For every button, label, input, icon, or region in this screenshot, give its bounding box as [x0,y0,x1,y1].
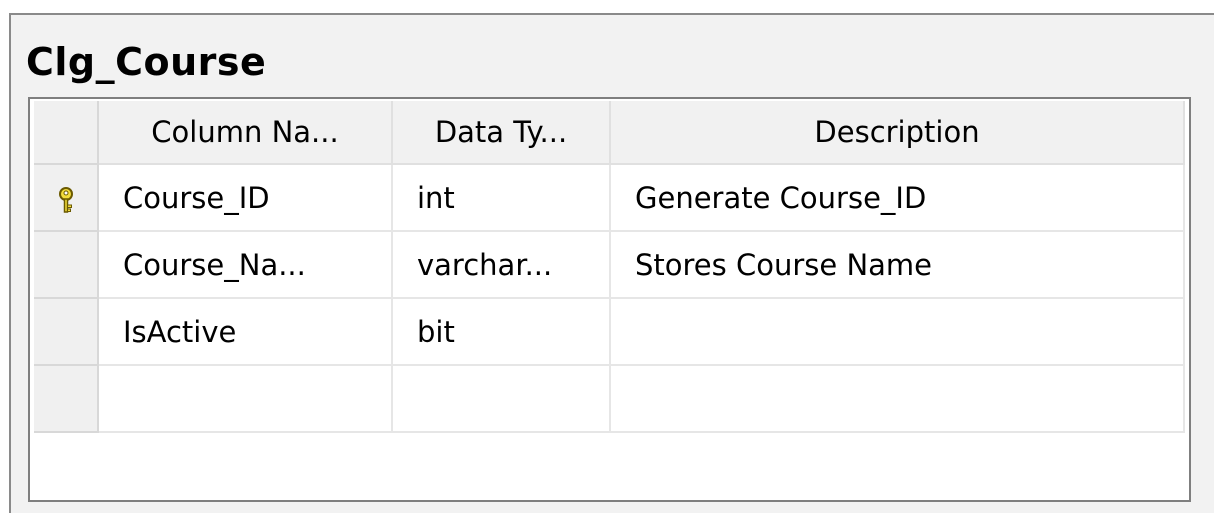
column-name-cell[interactable]: IsActive [98,298,393,366]
column-name-cell[interactable]: Course_ID [98,164,393,232]
header-row: Column Na... Data Ty... Description [34,101,1185,165]
table-title: Clg_Course [26,40,267,84]
data-type-cell[interactable]: bit [392,298,611,366]
row-selector[interactable] [34,298,99,366]
column-header-description[interactable]: Description [610,101,1185,165]
description-cell[interactable]: Stores Course Name [610,231,1185,299]
description-cell[interactable]: Generate Course_ID [610,164,1185,232]
column-header-data-type[interactable]: Data Ty... [392,101,611,165]
primary-key-icon [58,186,73,213]
column-name-cell[interactable]: Course_Na... [98,231,393,299]
data-type-cell[interactable]: int [392,164,611,232]
description-cell[interactable] [610,365,1185,433]
row-selector[interactable] [34,164,99,232]
table-row-new[interactable] [34,365,1185,433]
table-row[interactable]: Course_Na... varchar... Stores Course Na… [34,231,1185,299]
table-row[interactable]: Course_ID int Generate Course_ID [34,164,1185,232]
data-type-cell[interactable]: varchar... [392,231,611,299]
column-name-cell[interactable] [98,365,393,433]
column-header-name[interactable]: Column Na... [98,101,393,165]
description-cell[interactable] [610,298,1185,366]
columns-table: Column Na... Data Ty... Description Cour… [34,101,1185,433]
table-row[interactable]: IsActive bit [34,298,1185,366]
row-selector[interactable] [34,365,99,433]
row-selector[interactable] [34,231,99,299]
data-type-cell[interactable] [392,365,611,433]
column-grid: Column Na... Data Ty... Description Cour… [28,97,1191,502]
row-selector-header[interactable] [34,101,99,165]
